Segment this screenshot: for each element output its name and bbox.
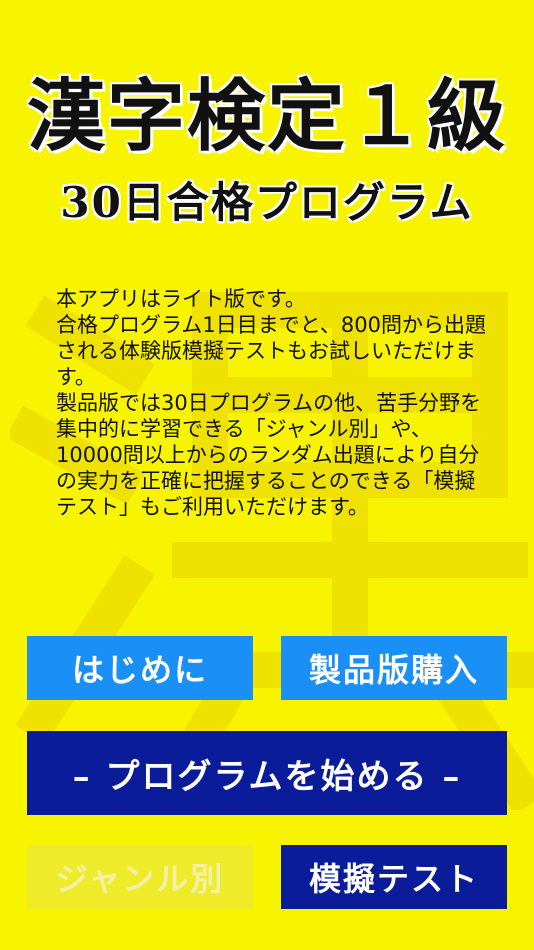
- description-text: 本アプリはライト版です。 合格プログラム1日目までと、800問から出題される体験…: [56, 287, 486, 519]
- app-subtitle: 30日合格プログラム: [60, 178, 474, 227]
- genre-button: ジャンル別: [27, 845, 253, 909]
- mock-test-button[interactable]: 模擬テスト: [281, 845, 507, 909]
- app-title: 漢字検定１級: [26, 71, 507, 162]
- start-program-button[interactable]: – プログラムを始める –: [27, 731, 507, 815]
- intro-button[interactable]: はじめに: [27, 636, 253, 700]
- buy-full-version-button[interactable]: 製品版購入: [281, 636, 507, 700]
